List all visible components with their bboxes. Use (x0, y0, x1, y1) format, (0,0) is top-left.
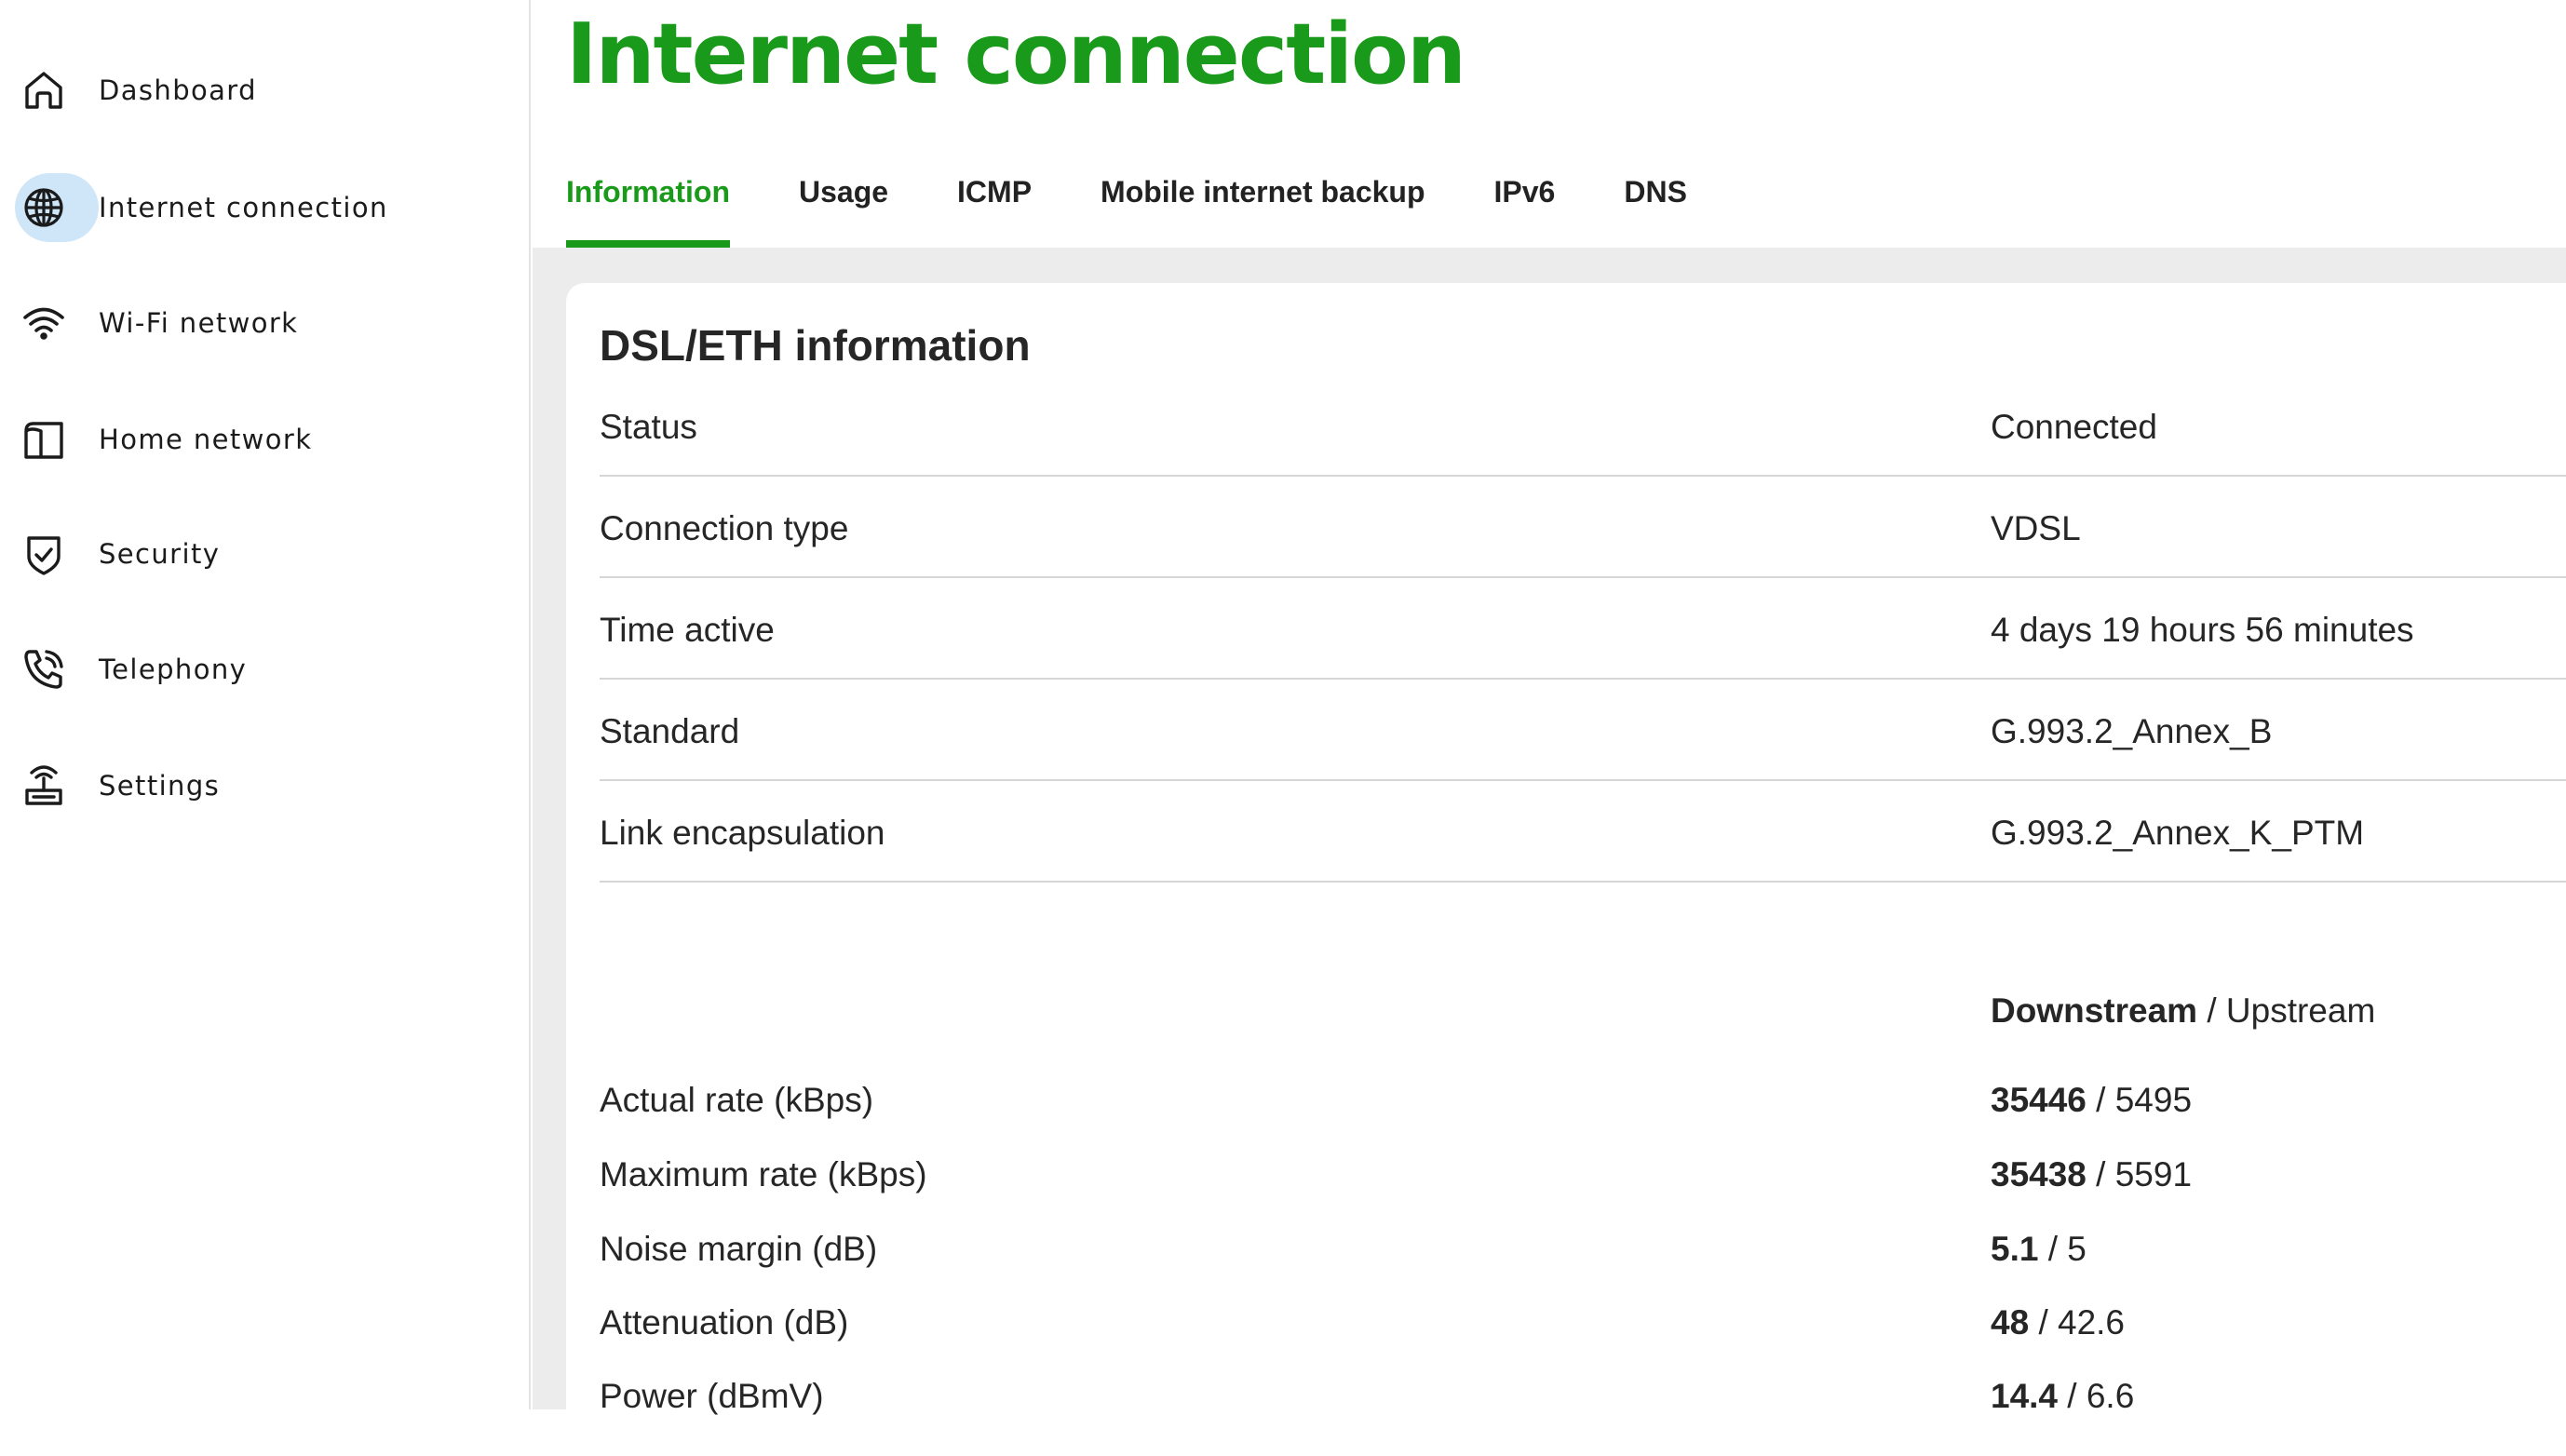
downstream-heading: Downstream (1991, 991, 2198, 1030)
tab-dns[interactable]: DNS (1624, 168, 1687, 248)
upstream-value: 42.6 (2058, 1303, 2126, 1341)
downstream-value: 35446 (1991, 1081, 2087, 1119)
shield-check-icon (13, 519, 99, 589)
globe-icon (13, 172, 99, 243)
sidebar-item-settings[interactable]: Settings (13, 744, 220, 828)
upstream-value: 5495 (2114, 1081, 2193, 1119)
upstream-heading: Upstream (2225, 991, 2376, 1030)
sidebar-item-security[interactable]: Security (13, 512, 220, 596)
stat-value: 5.1 / 5 (1991, 1230, 2087, 1269)
info-value: G.993.2_Annex_K_PTM (1991, 814, 2365, 852)
stream-header: Downstream / Upstream (600, 991, 2566, 1047)
info-value: 4 days 19 hours 56 minutes (1991, 611, 2414, 649)
stream-separator: / (2038, 1303, 2048, 1341)
home-icon (13, 55, 99, 126)
downstream-value: 48 (1991, 1303, 2030, 1341)
stat-row-maximum-rate: Maximum rate (kBps) 35438 / 5591 (600, 1155, 2566, 1211)
sidebar-item-internet-connection[interactable]: Internet connection (13, 166, 388, 249)
tab-usage[interactable]: Usage (799, 168, 888, 248)
sidebar-item-label: Internet connection (99, 192, 388, 223)
sidebar-item-label: Security (99, 538, 221, 570)
stat-value: 35446 / 5495 (1991, 1081, 2192, 1120)
sidebar-item-label: Wi-Fi network (99, 307, 299, 339)
stream-separator: / (2096, 1081, 2106, 1119)
stat-value: 35438 / 5591 (1991, 1155, 2192, 1194)
info-row-time-active: Time active 4 days 19 hours 56 minutes (600, 579, 2566, 680)
stat-row-noise-margin: Noise margin (dB) 5.1 / 5 (600, 1230, 2566, 1286)
info-label: Standard (600, 712, 740, 750)
tab-information[interactable]: Information (566, 168, 730, 248)
downstream-value: 35438 (1991, 1155, 2087, 1193)
sidebar-item-label: Telephony (99, 654, 248, 685)
stream-header-text: Downstream / Upstream (1991, 991, 2375, 1031)
sidebar-item-wifi-network[interactable]: Wi-Fi network (13, 281, 298, 365)
info-label: Link encapsulation (600, 814, 885, 852)
sidebar-item-dashboard[interactable]: Dashboard (13, 48, 257, 132)
sidebar: Dashboard Internet connection Wi-Fi netw… (0, 0, 531, 1409)
info-row-status: Status Connected (600, 376, 2566, 477)
dsl-info-card: DSL/ETH information Status Connected Con… (566, 283, 2566, 1456)
sidebar-item-home-network[interactable]: Home network (13, 398, 312, 481)
info-row-standard: Standard G.993.2_Annex_B (600, 681, 2566, 781)
router-icon (13, 750, 99, 821)
stat-label: Noise margin (dB) (600, 1230, 878, 1268)
info-value: G.993.2_Annex_B (1991, 712, 2273, 750)
card-title: DSL/ETH information (600, 321, 1031, 370)
main-content: Internet connection Information Usage IC… (533, 0, 2566, 1456)
stream-separator: / (2096, 1155, 2106, 1193)
stat-row-attenuation: Attenuation (dB) 48 / 42.6 (600, 1303, 2566, 1359)
info-label: Status (600, 408, 697, 446)
stream-separator: / (2207, 991, 2217, 1030)
stat-value: 48 / 42.6 (1991, 1303, 2125, 1342)
home-network-icon (13, 404, 99, 475)
page-title: Internet connection (566, 6, 1466, 103)
tab-ipv6[interactable]: IPv6 (1494, 168, 1556, 248)
stat-row-actual-rate: Actual rate (kBps) 35446 / 5495 (600, 1081, 2566, 1137)
sidebar-item-telephony[interactable]: Telephony (13, 627, 247, 711)
info-row-connection-type: Connection type VDSL (600, 478, 2566, 578)
upstream-value: 5 (2067, 1230, 2087, 1268)
wifi-icon (13, 288, 99, 358)
stat-label: Maximum rate (kBps) (600, 1155, 927, 1193)
stream-separator: / (2047, 1230, 2058, 1268)
stat-label: Power (dBmV) (600, 1377, 824, 1415)
info-label: Time active (600, 611, 775, 649)
phone-icon (13, 634, 99, 705)
info-value: Connected (1991, 408, 2157, 446)
tab-bar: Information Usage ICMP Mobile internet b… (566, 168, 1756, 248)
tab-mobile-internet-backup[interactable]: Mobile internet backup (1101, 168, 1425, 248)
info-value: VDSL (1991, 509, 2081, 547)
content-area: DSL/ETH information Status Connected Con… (533, 248, 2566, 1456)
sidebar-item-label: Settings (99, 770, 221, 802)
stat-label: Attenuation (dB) (600, 1303, 849, 1341)
stat-value: 14.4 / 6.6 (1991, 1377, 2134, 1416)
info-row-link-encapsulation: Link encapsulation G.993.2_Annex_K_PTM (600, 782, 2566, 883)
downstream-value: 5.1 (1991, 1230, 2039, 1268)
stat-label: Actual rate (kBps) (600, 1081, 874, 1119)
sidebar-item-label: Home network (99, 424, 313, 455)
sidebar-item-label: Dashboard (99, 74, 257, 106)
tab-icmp[interactable]: ICMP (957, 168, 1032, 248)
info-label: Connection type (600, 509, 849, 547)
upstream-value: 5591 (2114, 1155, 2193, 1193)
stat-row-power: Power (dBmV) 14.4 / 6.6 (600, 1377, 2566, 1433)
